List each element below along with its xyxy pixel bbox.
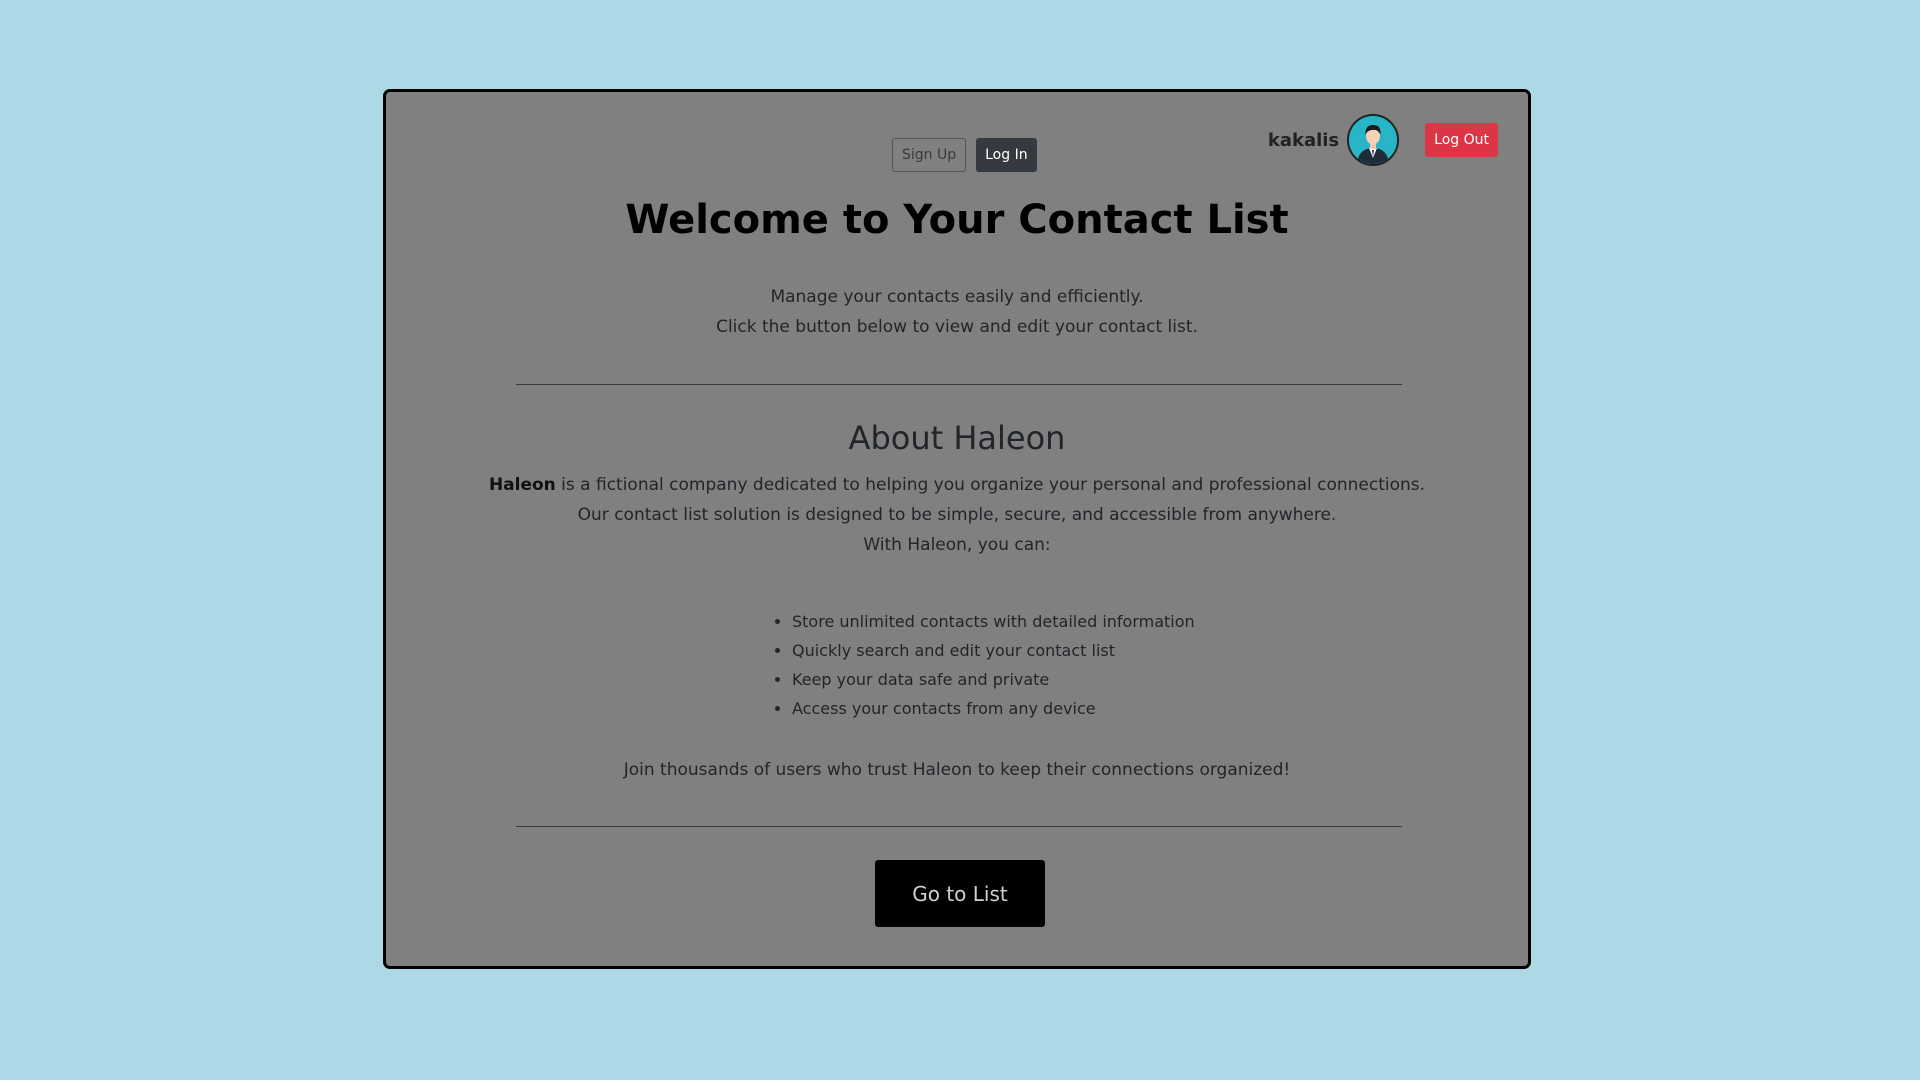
about-line-2: Our contact list solution is designed to… (577, 505, 1337, 525)
feature-list: Store unlimited contacts with detailed i… (768, 607, 1195, 723)
user-area: kakalis Log Out (1268, 114, 1498, 166)
about-text: Haleon is a fictional company dedicated … (386, 470, 1528, 560)
intro-text: Manage your contacts easily and efficien… (386, 282, 1528, 342)
closing-text: Join thousands of users who trust Haleon… (623, 760, 1291, 780)
username: kakalis (1267, 129, 1340, 151)
feature-item: Quickly search and edit your contact lis… (792, 636, 1195, 665)
feature-item: Keep your data safe and private (792, 665, 1195, 694)
bottom-divider (516, 826, 1402, 827)
log-out-button[interactable]: Log Out (1425, 123, 1498, 157)
user-avatar-icon[interactable] (1347, 114, 1400, 166)
feature-item: Access your contacts from any device (792, 694, 1195, 723)
about-title: About Haleon (848, 419, 1066, 457)
top-divider (516, 384, 1402, 385)
sign-up-button[interactable]: Sign Up (892, 138, 967, 172)
go-to-list-button[interactable]: Go to List (875, 860, 1045, 927)
feature-item: Store unlimited contacts with detailed i… (792, 607, 1195, 636)
brand-name: Haleon (488, 475, 556, 495)
intro-line-1: Manage your contacts easily and efficien… (770, 287, 1144, 307)
log-in-button[interactable]: Log In (976, 138, 1037, 172)
about-line-1: is a fictional company dedicated to help… (555, 475, 1426, 495)
auth-buttons: Sign Up Log In (892, 138, 1037, 172)
intro-line-2: Click the button below to view and edit … (716, 317, 1198, 337)
about-line-3: With Haleon, you can: (863, 535, 1051, 555)
page-title: Welcome to Your Contact List (625, 197, 1289, 243)
main-card: Sign Up Log In kakalis Log Out Welcome t… (383, 89, 1531, 969)
